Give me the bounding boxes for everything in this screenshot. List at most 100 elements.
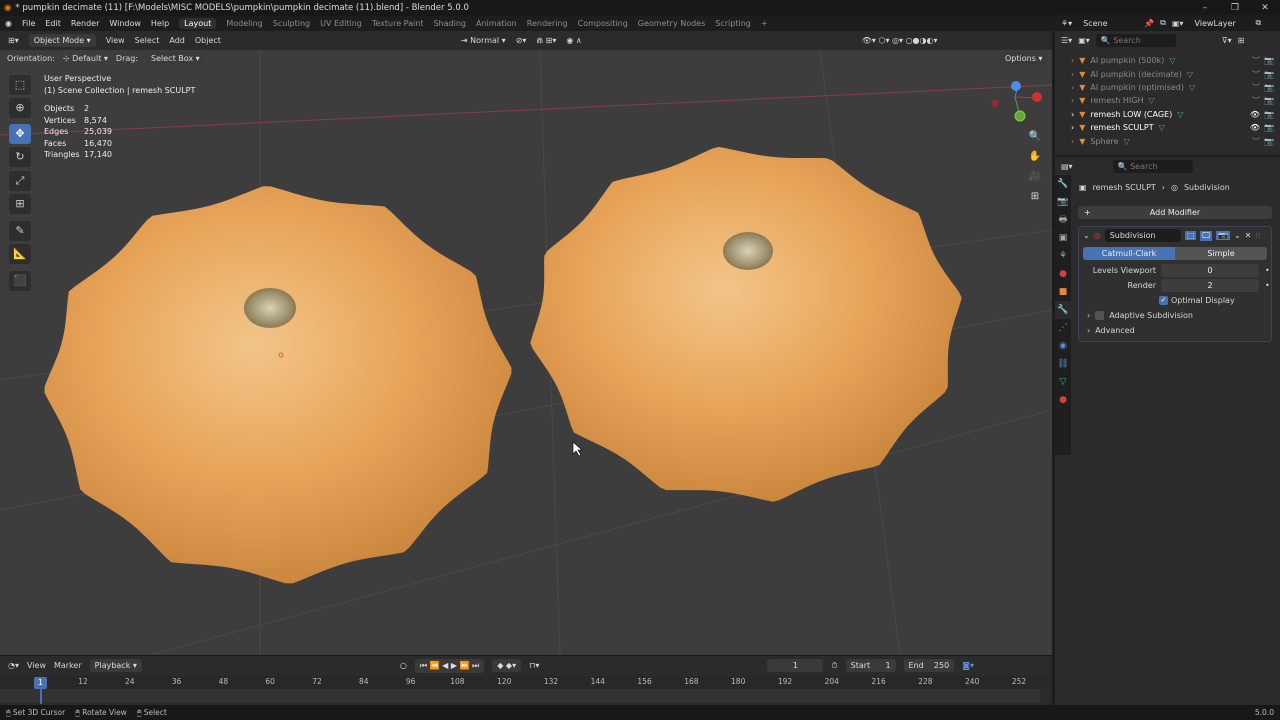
options-button[interactable]: Options ▾ <box>1000 52 1048 65</box>
minimize-button[interactable]: – <box>1190 0 1220 16</box>
current-frame-field[interactable]: 1 <box>767 659 824 672</box>
menu-file[interactable]: File <box>22 19 35 28</box>
physics-tab-icon[interactable]: ◉ <box>1055 337 1071 355</box>
keyframe-dot-icon[interactable]: • <box>1265 281 1270 290</box>
remove-modifier-icon[interactable]: ✕ <box>1245 231 1252 240</box>
data-tab-icon[interactable]: ▽ <box>1055 373 1071 391</box>
eye-hidden-icon[interactable]: ︶ <box>1252 82 1260 93</box>
tab-layout[interactable]: Layout <box>179 18 217 29</box>
adaptive-subdivision-subpanel[interactable]: › Adaptive Subdivision <box>1079 311 1271 320</box>
sync-icon[interactable]: ◙▾ <box>962 661 974 670</box>
dropdown-icon[interactable]: ⌄ <box>1234 231 1241 240</box>
menu-help[interactable]: Help <box>151 19 169 28</box>
ortho-grid-icon[interactable]: ⊞ <box>1027 189 1043 205</box>
simple-option[interactable]: Simple <box>1175 247 1267 260</box>
timeline-editor-icon[interactable]: ◔▾ <box>8 661 19 670</box>
adaptive-checkbox[interactable] <box>1095 311 1105 320</box>
scene-icon[interactable]: ⚘▾ <box>1061 19 1072 28</box>
render-camera-icon[interactable]: 📷 <box>1264 96 1274 105</box>
add-workspace-button[interactable]: + <box>761 19 768 28</box>
expand-chevron-icon[interactable]: › <box>1071 123 1074 132</box>
tab-geometry-nodes[interactable]: Geometry Nodes <box>638 19 705 28</box>
add-modifier-button[interactable]: + Add Modifier <box>1078 206 1272 219</box>
pan-hand-icon[interactable]: ✋ <box>1027 149 1043 165</box>
measure-tool-icon[interactable]: 📐 <box>9 244 31 264</box>
modifier-tab-icon[interactable]: 🔧 <box>1055 301 1071 319</box>
optimal-display-checkbox[interactable]: ✓ <box>1159 296 1168 305</box>
drag-select[interactable]: Select Box ▾ <box>146 52 205 65</box>
tab-scripting[interactable]: Scripting <box>715 19 751 28</box>
eye-icon[interactable]: 👁 <box>1250 110 1260 119</box>
tab-sculpting[interactable]: Sculpting <box>273 19 310 28</box>
menu-edit[interactable]: Edit <box>45 19 61 28</box>
outliner-search[interactable]: 🔍 Search <box>1095 33 1176 47</box>
keyframe-dot-icon[interactable]: • <box>1265 266 1270 275</box>
menu-object[interactable]: Object <box>195 36 221 45</box>
menu-window[interactable]: Window <box>109 19 141 28</box>
menu-view[interactable]: View <box>27 661 46 670</box>
catmull-clark-option[interactable]: Catmull-Clark <box>1083 247 1175 260</box>
eye-hidden-icon[interactable]: ︶ <box>1252 55 1260 66</box>
expand-chevron-icon[interactable]: › <box>1071 137 1074 146</box>
transform-tool-icon[interactable]: ⊞ <box>9 194 31 214</box>
blender-menu-icon[interactable]: ◉ <box>5 19 12 28</box>
tab-shading[interactable]: Shading <box>433 19 466 28</box>
properties-search[interactable]: 🔍 Search <box>1112 160 1193 173</box>
expand-chevron-icon[interactable]: › <box>1071 70 1074 79</box>
playhead[interactable]: 1 <box>34 677 47 689</box>
tab-texture-paint[interactable]: Texture Paint <box>372 19 424 28</box>
copy-icon[interactable]: ⧉ <box>1255 18 1261 28</box>
tab-modeling[interactable]: Modeling <box>226 19 262 28</box>
annotate-tool-icon[interactable]: ✎ <box>9 221 31 241</box>
zoom-icon[interactable]: 🔍 <box>1027 129 1043 145</box>
material-tab-icon[interactable]: ● <box>1055 391 1071 409</box>
modifier-name-field[interactable]: Subdivision <box>1104 229 1181 242</box>
menu-select[interactable]: Select <box>135 36 160 45</box>
render-toggle-icon[interactable]: 📷 <box>1215 231 1230 240</box>
expand-chevron-icon[interactable]: › <box>1071 110 1074 119</box>
frame-ruler[interactable]: 12 24 36 48 60 72 84 96 108 120 132 144 156 168 180 192… <box>0 676 1052 689</box>
tab-uv-editing[interactable]: UV Editing <box>320 19 362 28</box>
render-camera-icon[interactable]: 📷 <box>1264 110 1274 119</box>
eye-hidden-icon[interactable]: ︶ <box>1252 69 1260 80</box>
tab-compositing[interactable]: Compositing <box>578 19 628 28</box>
display-mode-icon[interactable]: ☰▾ <box>1061 36 1072 45</box>
scale-tool-icon[interactable]: ⤢ <box>9 171 31 191</box>
world-tab-icon[interactable]: ● <box>1055 265 1071 283</box>
editor-type-icon[interactable]: ▤▾ <box>1061 162 1073 171</box>
tab-animation[interactable]: Animation <box>476 19 517 28</box>
expand-chevron-icon[interactable]: › <box>1071 56 1074 65</box>
editmode-toggle-icon[interactable]: ⬚ <box>1184 231 1197 240</box>
pumpkin-left[interactable] <box>44 186 512 584</box>
playback-controls[interactable]: ⏮ ⏪ ◀ ▶ ⏩ ⏭ <box>414 658 485 673</box>
pumpkin-right[interactable] <box>530 146 962 502</box>
expand-chevron-icon[interactable]: › <box>1071 83 1074 92</box>
select-tool-icon[interactable]: ⬚ <box>9 75 31 95</box>
cursor-tool-icon[interactable]: ⊕ <box>9 98 31 118</box>
menu-view[interactable]: View <box>106 36 125 45</box>
eye-hidden-icon[interactable]: ︶ <box>1252 136 1260 147</box>
filter-type-icon[interactable]: ▣▾ <box>1078 36 1090 45</box>
maximize-button[interactable]: ❐ <box>1220 0 1250 16</box>
outliner-item[interactable]: › ▼ AI pumpkin (decimate) ▽ ︶ 📷 <box>1055 67 1280 80</box>
render-tab-icon[interactable]: 📷 <box>1055 193 1071 211</box>
orientation-select[interactable]: ⊹ Default ▾ <box>63 54 108 63</box>
keyframe-jump[interactable]: ◆ ◆▾ <box>492 659 522 672</box>
render-camera-icon[interactable]: 📷 <box>1264 56 1274 65</box>
keying-icon[interactable]: ⊓▾ <box>529 661 539 670</box>
rotate-tool-icon[interactable]: ↻ <box>9 147 31 167</box>
outliner-item[interactable]: › ▼ remesh HIGH ▽ ︶ 📷 <box>1055 94 1280 107</box>
output-tab-icon[interactable]: 🖶 <box>1055 211 1071 229</box>
pivot-icon[interactable]: ⊘▾ <box>516 36 527 45</box>
advanced-subpanel[interactable]: › Advanced <box>1079 326 1271 335</box>
scene-tab-icon[interactable]: ⚘ <box>1055 247 1071 265</box>
timeline-track[interactable] <box>0 689 1040 703</box>
filter-icon[interactable]: ⊽▾ <box>1222 36 1232 45</box>
shading-icons[interactable]: 👁▾ ⬡▾ ◎▾ ○●◑◐▾ <box>862 36 938 45</box>
outliner-item[interactable]: › ▼ AI pumpkin (optimised) ▽ ︶ 📷 <box>1055 81 1280 94</box>
viewlayer-select[interactable]: ViewLayer <box>1189 16 1250 30</box>
eye-hidden-icon[interactable]: ︶ <box>1252 95 1260 106</box>
render-camera-icon[interactable]: 📷 <box>1264 137 1274 146</box>
levels-viewport-field[interactable]: 0 <box>1161 264 1259 277</box>
new-collection-icon[interactable]: ⊞ <box>1238 36 1245 45</box>
